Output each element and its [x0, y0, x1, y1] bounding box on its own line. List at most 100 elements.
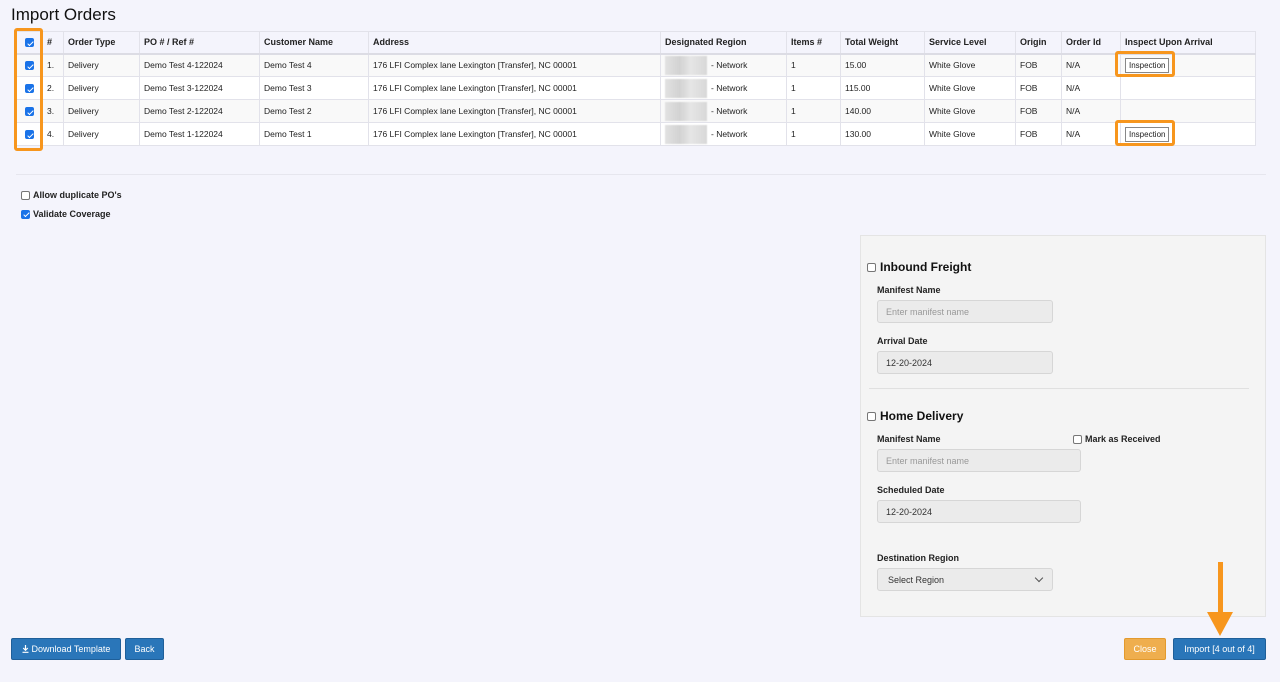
col-header-inspect[interactable]: Inspect Upon Arrival: [1120, 31, 1256, 55]
inbound-manifest-input[interactable]: [877, 300, 1053, 323]
destination-region-label: Destination Region: [877, 553, 960, 563]
col-header-address[interactable]: Address: [368, 31, 661, 55]
home-manifest-input[interactable]: [877, 449, 1081, 472]
redacted-region-block: [665, 101, 707, 121]
arrival-date-label: Arrival Date: [877, 336, 928, 346]
row-checkbox[interactable]: [25, 130, 34, 140]
row-checkbox[interactable]: [25, 61, 34, 71]
region-text: - Network: [711, 128, 748, 139]
inspect-cell: Inspection: [1120, 122, 1256, 146]
col-header-weight[interactable]: Total Weight: [840, 31, 925, 55]
panel-divider: [869, 388, 1249, 389]
customer-name: Demo Test 1: [259, 122, 369, 146]
address: 176 LFI Complex lane Lexington [Transfer…: [368, 76, 661, 100]
address: 176 LFI Complex lane Lexington [Transfer…: [368, 99, 661, 123]
col-header-service[interactable]: Service Level: [924, 31, 1016, 55]
home-delivery-title: Home Delivery: [880, 409, 964, 423]
items-count: 1: [786, 53, 841, 77]
col-header-origin[interactable]: Origin: [1015, 31, 1062, 55]
import-button[interactable]: Import [4 out of 4]: [1173, 638, 1266, 660]
pointer-arrow-icon: [1207, 612, 1233, 636]
allow-duplicate-label: Allow duplicate PO's: [33, 190, 122, 200]
scheduled-date-label: Scheduled Date: [877, 485, 945, 495]
page-title: Import Orders: [11, 5, 116, 24]
row-checkbox[interactable]: [25, 84, 34, 94]
service-level: White Glove: [924, 122, 1016, 146]
row-select-cell: [16, 99, 43, 123]
close-button[interactable]: Close: [1124, 638, 1166, 660]
total-weight: 140.00: [840, 99, 925, 123]
col-header-items[interactable]: Items #: [786, 31, 841, 55]
inbound-freight-title: Inbound Freight: [880, 260, 972, 274]
customer-name: Demo Test 3: [259, 76, 369, 100]
orders-table: # Order Type PO # / Ref # Customer Name …: [16, 31, 1256, 146]
region-text: - Network: [711, 105, 748, 116]
service-level: White Glove: [924, 76, 1016, 100]
table-row: 1. Delivery Demo Test 4-122024 Demo Test…: [16, 53, 1256, 77]
service-level: White Glove: [924, 53, 1016, 77]
inbound-freight-checkbox[interactable]: [867, 262, 876, 272]
inbound-freight-heading: Inbound Freight: [867, 260, 971, 274]
customer-name: Demo Test 2: [259, 99, 369, 123]
scheduled-date-input[interactable]: [877, 500, 1081, 523]
col-header-order-id[interactable]: Order Id: [1061, 31, 1121, 55]
origin: FOB: [1015, 122, 1062, 146]
po-ref: Demo Test 1-122024: [139, 122, 260, 146]
table-row: 4. Delivery Demo Test 1-122024 Demo Test…: [16, 122, 1256, 146]
inbound-manifest-label: Manifest Name: [877, 285, 941, 295]
row-number: 4.: [42, 122, 64, 146]
redacted-region-block: [665, 78, 707, 98]
po-ref: Demo Test 2-122024: [139, 99, 260, 123]
row-number: 2.: [42, 76, 64, 100]
order-type: Delivery: [63, 99, 140, 123]
allow-duplicate-checkbox[interactable]: [21, 190, 30, 200]
col-header-po[interactable]: PO # / Ref #: [139, 31, 260, 55]
designated-region: - Network: [660, 53, 787, 77]
row-select-cell: [16, 53, 43, 77]
po-ref: Demo Test 3-122024: [139, 76, 260, 100]
col-header-order-type[interactable]: Order Type: [63, 31, 140, 55]
region-text: - Network: [711, 59, 748, 70]
allow-duplicate-option[interactable]: Allow duplicate PO's: [21, 190, 122, 200]
designated-region: - Network: [660, 99, 787, 123]
home-delivery-checkbox[interactable]: [867, 411, 876, 421]
items-count: 1: [786, 122, 841, 146]
validate-coverage-option[interactable]: Validate Coverage: [21, 209, 111, 219]
inspection-badge[interactable]: Inspection: [1125, 57, 1170, 73]
designated-region: - Network: [660, 122, 787, 146]
row-checkbox[interactable]: [25, 107, 34, 117]
inspect-cell[interactable]: [1120, 99, 1256, 123]
inspection-badge[interactable]: Inspection: [1125, 126, 1170, 142]
customer-name: Demo Test 4: [259, 53, 369, 77]
mark-received-checkbox[interactable]: [1073, 434, 1082, 444]
col-header-number[interactable]: #: [42, 31, 64, 55]
pointer-arrow-shaft: [1218, 562, 1223, 614]
select-all-checkbox[interactable]: [25, 38, 34, 48]
col-header-region[interactable]: Designated Region: [660, 31, 787, 55]
row-select-cell: [16, 122, 43, 146]
items-count: 1: [786, 99, 841, 123]
manifest-panel: Inbound Freight Manifest Name Arrival Da…: [860, 235, 1266, 617]
destination-region-select[interactable]: Select Region: [877, 568, 1053, 591]
chevron-down-icon: [1034, 573, 1044, 583]
row-number: 1.: [42, 53, 64, 77]
validate-coverage-label: Validate Coverage: [33, 209, 111, 219]
order-type: Delivery: [63, 76, 140, 100]
mark-received-option[interactable]: Mark as Received: [1073, 434, 1161, 444]
download-template-label: Download Template: [31, 644, 111, 654]
arrival-date-input[interactable]: [877, 351, 1053, 374]
total-weight: 130.00: [840, 122, 925, 146]
divider: [16, 174, 1266, 175]
row-number: 3.: [42, 99, 64, 123]
po-ref: Demo Test 4-122024: [139, 53, 260, 77]
download-template-button[interactable]: Download Template: [11, 638, 121, 660]
inspect-cell[interactable]: [1120, 76, 1256, 100]
validate-coverage-checkbox[interactable]: [21, 209, 30, 219]
home-delivery-heading: Home Delivery: [867, 409, 963, 423]
table-row: 2. Delivery Demo Test 3-122024 Demo Test…: [16, 76, 1256, 100]
inspect-cell: Inspection: [1120, 53, 1256, 77]
col-header-customer[interactable]: Customer Name: [259, 31, 369, 55]
select-all-cell: [16, 31, 43, 55]
order-id: N/A: [1061, 53, 1121, 77]
back-button[interactable]: Back: [125, 638, 164, 660]
